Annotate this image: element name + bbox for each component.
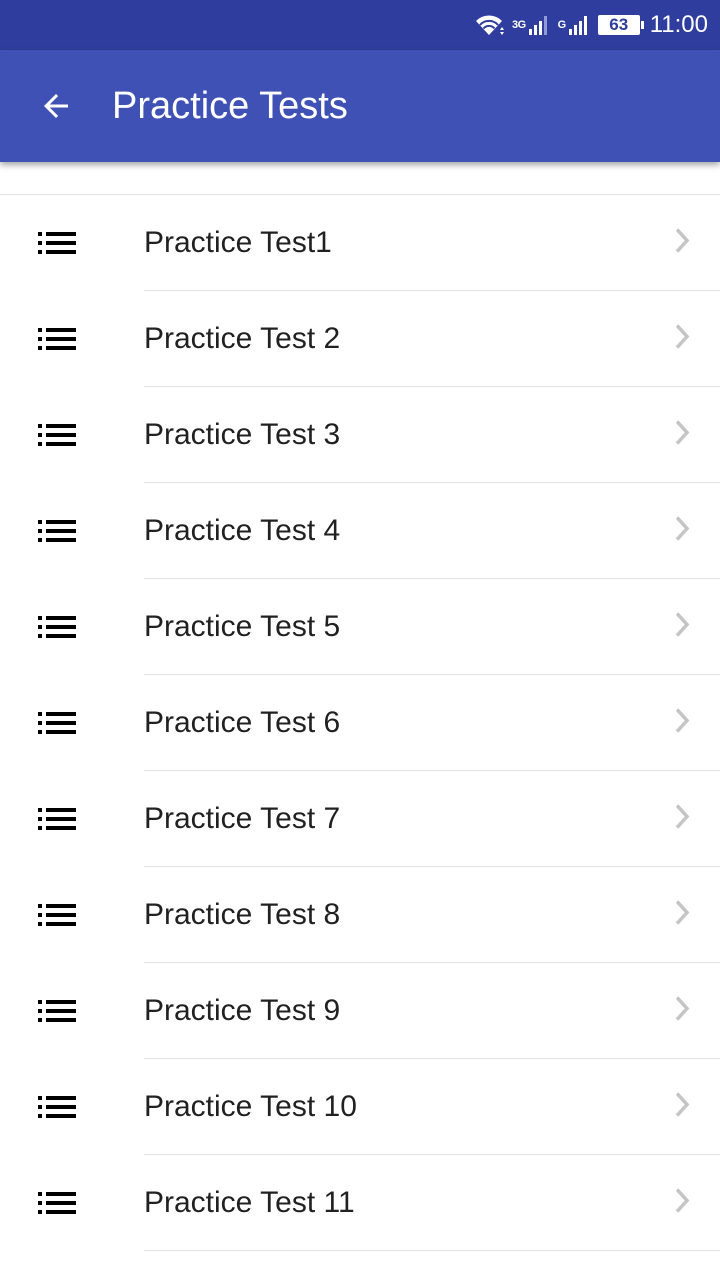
list-icon xyxy=(0,867,144,963)
list-item-label: Practice Test 4 xyxy=(144,483,720,579)
list-item-label: Practice Test 9 xyxy=(144,963,720,1059)
chevron-right-icon xyxy=(674,420,690,451)
chevron-right-icon xyxy=(674,1092,690,1123)
list-item-practice-test-2[interactable]: Practice Test 2 xyxy=(0,291,720,387)
list-icon xyxy=(0,1155,144,1251)
battery-level: 63 xyxy=(609,15,629,34)
chevron-right-icon xyxy=(674,900,690,931)
wifi-icon xyxy=(474,13,504,37)
list-item-practice-test-7[interactable]: Practice Test 7 xyxy=(0,771,720,867)
list-item-label: Practice Test 8 xyxy=(144,867,720,963)
list-item-label: Practice Test 10 xyxy=(144,1059,720,1155)
signal-icon xyxy=(568,16,587,35)
list-item-practice-test-3[interactable]: Practice Test 3 xyxy=(0,387,720,483)
clock: 11:00 xyxy=(649,11,708,38)
list-icon xyxy=(0,291,144,387)
list-icon xyxy=(0,387,144,483)
list-icon xyxy=(0,963,144,1059)
chevron-right-icon xyxy=(674,228,690,259)
chevron-right-icon xyxy=(674,516,690,547)
list-item-practice-test-1[interactable]: Practice Test1 xyxy=(0,195,720,291)
list-item-label: Practice Test 11 xyxy=(144,1155,720,1251)
status-bar: 3G G 63 11:00 xyxy=(0,0,720,50)
list-item-label: Practice Test 6 xyxy=(144,675,720,771)
list-icon xyxy=(0,579,144,675)
arrow-back-icon xyxy=(44,94,68,118)
list-item-label: Practice Test 5 xyxy=(144,579,720,675)
list-icon xyxy=(0,771,144,867)
list-icon xyxy=(0,1059,144,1155)
chevron-right-icon xyxy=(674,1188,690,1219)
list-item-label: Practice Test 3 xyxy=(144,387,720,483)
chevron-right-icon xyxy=(674,804,690,835)
practice-test-list: Practice Test1 Practice Test 2 Practice … xyxy=(0,194,720,1251)
back-button[interactable] xyxy=(0,50,112,162)
list-icon xyxy=(0,675,144,771)
chevron-right-icon xyxy=(674,612,690,643)
list-item-practice-test-9[interactable]: Practice Test 9 xyxy=(0,963,720,1059)
list-item-label: Practice Test 7 xyxy=(144,771,720,867)
chevron-right-icon xyxy=(674,708,690,739)
app-bar: Practice Tests xyxy=(0,50,720,162)
list-item-practice-test-6[interactable]: Practice Test 6 xyxy=(0,675,720,771)
list-icon xyxy=(0,195,144,291)
list-icon xyxy=(0,483,144,579)
network-type-label: 3G xyxy=(511,19,526,31)
list-item-practice-test-10[interactable]: Practice Test 10 xyxy=(0,1059,720,1155)
chevron-right-icon xyxy=(674,996,690,1027)
network-type-label: G xyxy=(557,19,567,31)
list-item-label: Practice Test 2 xyxy=(144,291,720,387)
mobile-signal-2: G xyxy=(558,14,590,36)
chevron-right-icon xyxy=(674,324,690,355)
list-item-label: Practice Test1 xyxy=(144,195,720,291)
page-title: Practice Tests xyxy=(112,84,348,127)
list-item-practice-test-11[interactable]: Practice Test 11 xyxy=(0,1155,720,1251)
list-item-practice-test-5[interactable]: Practice Test 5 xyxy=(0,579,720,675)
signal-icon xyxy=(528,16,547,35)
mobile-signal-1: 3G xyxy=(512,14,550,36)
battery-icon: 63 xyxy=(597,15,644,35)
list-item-practice-test-8[interactable]: Practice Test 8 xyxy=(0,867,720,963)
list-item-practice-test-4[interactable]: Practice Test 4 xyxy=(0,483,720,579)
